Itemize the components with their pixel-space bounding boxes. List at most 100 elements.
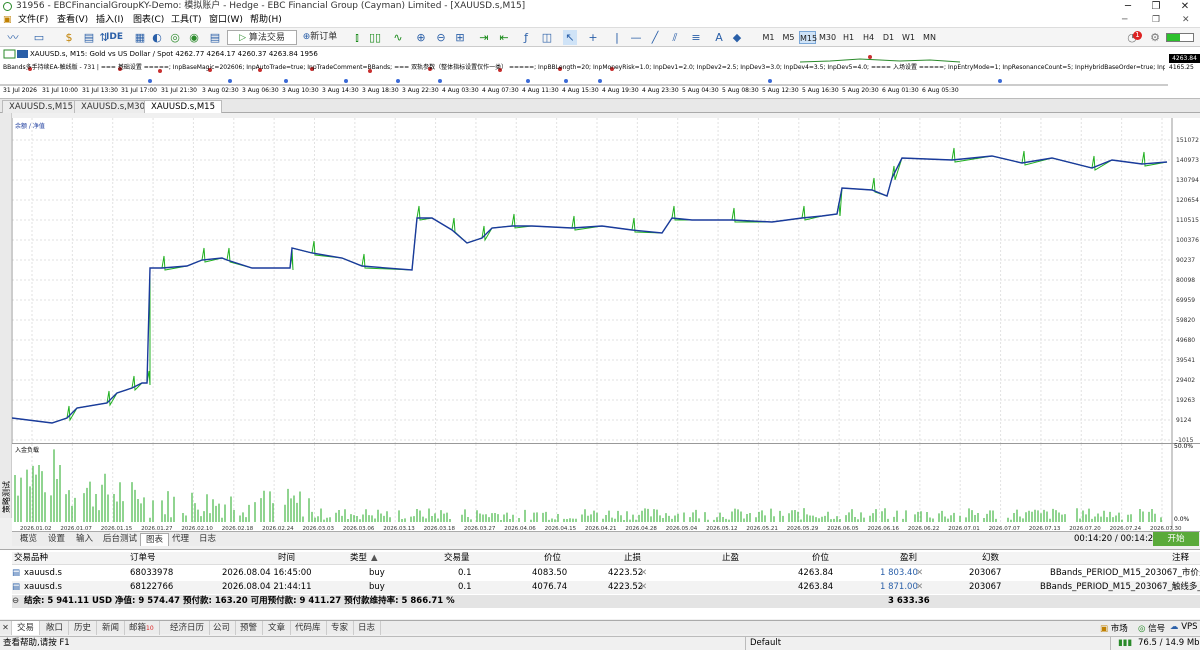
profiles-icon[interactable]: ▭	[32, 30, 46, 45]
menu-insert[interactable]: 插入(I)	[96, 13, 124, 28]
remove-sl-icon[interactable]: ✕	[640, 567, 647, 580]
col-profit[interactable]: 盈利	[900, 552, 917, 565]
tab-inputs[interactable]: 输入	[71, 533, 98, 546]
tf-w1[interactable]: W1	[900, 31, 917, 44]
template-icon[interactable]: $	[62, 30, 76, 45]
tab-news[interactable]: 新闻	[97, 621, 126, 635]
menu-restore-icon[interactable]: ❐	[1152, 13, 1160, 28]
tab-experts[interactable]: 专家	[326, 621, 355, 635]
tf-h4[interactable]: H4	[860, 31, 877, 44]
menu-chart[interactable]: 图表(C)	[133, 13, 164, 28]
app-menu-icon[interactable]: ▣	[3, 13, 12, 28]
tab-alerts[interactable]: 预警	[235, 621, 264, 635]
navigator-icon[interactable]: ▤	[82, 30, 96, 45]
tab-codebase[interactable]: 代码库	[290, 621, 327, 635]
col-price[interactable]: 价位	[544, 552, 561, 565]
chart-tab-3[interactable]: XAUUSD.s,M15	[144, 100, 223, 113]
col-magic[interactable]: 幻数	[982, 552, 999, 565]
fibo-icon[interactable]: ≡	[689, 30, 703, 45]
shapes-icon[interactable]: ◆	[730, 30, 744, 45]
tab-mailbox[interactable]: 邮箱10	[124, 621, 160, 635]
col-symbol[interactable]: 交易品种	[14, 552, 48, 565]
zoom-in-icon[interactable]: ⊕	[414, 30, 428, 45]
signals-link[interactable]: ◎ 信号	[1138, 622, 1165, 634]
menu-help[interactable]: 帮助(H)	[250, 13, 282, 28]
tf-h1[interactable]: H1	[840, 31, 857, 44]
close-icon[interactable]: ✕	[1172, 0, 1198, 13]
col-ticket[interactable]: 订单号	[130, 552, 156, 565]
crosshair-icon[interactable]: +	[586, 30, 600, 45]
chart-tab-1[interactable]: XAUUSD.s,M15	[2, 100, 81, 113]
toolbox-close-icon[interactable]: ✕	[0, 621, 12, 635]
channel-icon[interactable]: ⫽	[668, 30, 682, 45]
ide-button[interactable]: IDE	[106, 30, 123, 45]
tab-articles[interactable]: 文章	[263, 621, 292, 635]
algo-trading-button[interactable]: ▷ 算法交易	[227, 30, 297, 45]
zoom-out-icon[interactable]: ⊖	[434, 30, 448, 45]
chart-shift-icon[interactable]: ⇤	[497, 30, 511, 45]
grid-icon[interactable]: ⊞	[453, 30, 467, 45]
tab-journal-bottom[interactable]: 日志	[353, 621, 382, 635]
tab-calendar[interactable]: 经济日历	[165, 621, 211, 635]
tab-exposure[interactable]: 敞口	[41, 621, 70, 635]
layout-icon[interactable]: ▤	[208, 30, 222, 45]
tab-backtest[interactable]: 后台测试	[98, 533, 142, 546]
col-volume[interactable]: 交易量	[444, 552, 470, 565]
chart-tab-2[interactable]: XAUUSD.s,M30	[74, 100, 153, 113]
tab-graph[interactable]: 图表	[140, 533, 170, 546]
menu-minimize-icon[interactable]: ─	[1122, 13, 1127, 28]
menu-window[interactable]: 窗口(W)	[209, 13, 243, 28]
close-order-icon[interactable]: ✕	[916, 581, 923, 594]
close-order-icon[interactable]: ✕	[916, 567, 923, 580]
chart-type-icon[interactable]: 〰	[6, 30, 20, 45]
tab-history[interactable]: 历史	[69, 621, 98, 635]
tf-m30[interactable]: M30	[819, 31, 836, 44]
tf-m15[interactable]: M15	[799, 31, 817, 44]
tab-company[interactable]: 公司	[208, 621, 237, 635]
menu-close-icon[interactable]: ✕	[1182, 13, 1190, 28]
menu-file[interactable]: 文件(F)	[18, 13, 48, 28]
tab-settings[interactable]: 设置	[43, 533, 70, 546]
col-type[interactable]: 类型	[350, 552, 367, 565]
tab-overview[interactable]: 概览	[15, 533, 42, 546]
vps-link[interactable]: ☁ VPS	[1170, 622, 1198, 632]
col-sl[interactable]: 止损	[624, 552, 641, 565]
screenshot-icon[interactable]: ◫	[540, 30, 554, 45]
table-row[interactable]: ▤ xauusd.s 68122766 2026.08.04 21:44:11 …	[12, 581, 1200, 594]
minimize-icon[interactable]: ─	[1115, 0, 1141, 13]
line-chart-icon[interactable]: ∿	[391, 30, 405, 45]
table-row[interactable]: ▤ xauusd.s 68033978 2026.08.04 16:45:00 …	[12, 567, 1200, 580]
signals-icon[interactable]: ◐	[150, 30, 164, 45]
candles-icon[interactable]: ▯▯	[368, 30, 382, 45]
menu-view[interactable]: 查看(V)	[57, 13, 88, 28]
new-order-button[interactable]: ⊕新订单	[300, 30, 340, 45]
col-current-price[interactable]: 价位	[812, 552, 829, 565]
tf-m5[interactable]: M5	[780, 31, 797, 44]
market-icon[interactable]: ◉	[187, 30, 201, 45]
horizontal-line-icon[interactable]: —	[629, 30, 643, 45]
tf-mn[interactable]: MN	[921, 31, 938, 44]
col-comment[interactable]: 注释	[1172, 552, 1189, 565]
cursor-icon[interactable]: ↖	[563, 30, 577, 45]
start-button[interactable]: 开始	[1153, 532, 1199, 546]
tab-journal[interactable]: 日志	[194, 533, 221, 546]
col-tp[interactable]: 止盈	[722, 552, 739, 565]
market-link[interactable]: ▣ 市场	[1100, 622, 1128, 634]
text-icon[interactable]: A	[712, 30, 726, 45]
remove-sl-icon[interactable]: ✕	[640, 581, 647, 594]
refresh-icon[interactable]: ◎	[168, 30, 182, 45]
indicators-icon[interactable]: ƒ	[519, 30, 533, 45]
autoscroll-icon[interactable]: ⇥	[477, 30, 491, 45]
terminal-icon[interactable]: ▦	[133, 30, 147, 45]
vertical-line-icon[interactable]: |	[610, 30, 624, 45]
trendline-icon[interactable]: ╱	[648, 30, 662, 45]
col-time[interactable]: 时间	[278, 552, 295, 565]
menu-tools[interactable]: 工具(T)	[171, 13, 202, 28]
tab-trade[interactable]: 交易	[12, 621, 41, 635]
tab-agents[interactable]: 代理	[167, 533, 194, 546]
tf-d1[interactable]: D1	[880, 31, 897, 44]
restore-icon[interactable]: ❐	[1143, 0, 1169, 13]
tf-m1[interactable]: M1	[760, 31, 777, 44]
account-icon[interactable]: ⚙	[1148, 30, 1162, 45]
bar-chart-icon[interactable]: ⫾	[350, 30, 364, 45]
